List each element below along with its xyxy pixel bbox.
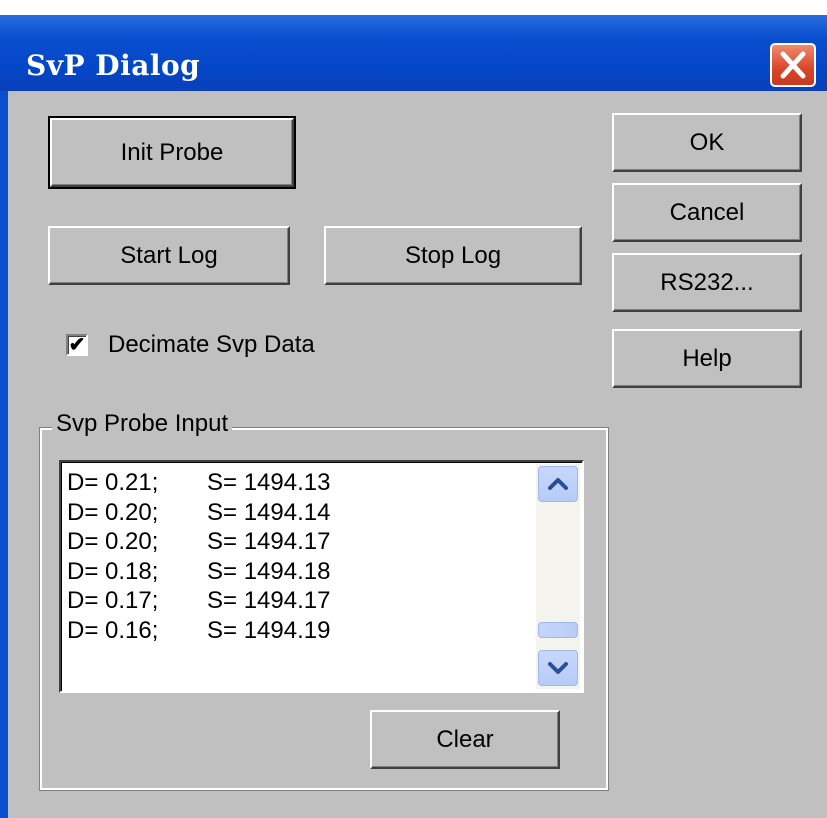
list-item[interactable]: D= 0.20; S= 1494.14 [67, 498, 330, 528]
speed-value: S= 1494.19 [207, 616, 331, 644]
top-strip [0, 0, 827, 15]
speed-value: S= 1494.18 [207, 557, 331, 585]
ok-button[interactable]: OK [612, 113, 802, 172]
scroll-down-button[interactable] [538, 650, 578, 686]
speed-value: S= 1494.14 [207, 498, 331, 526]
speed-value: S= 1494.17 [207, 528, 331, 555]
chevron-down-icon [548, 662, 568, 674]
probe-input-rows: D= 0.21; S= 1494.13 D= 0.20; S= 1494.14 … [67, 468, 330, 645]
decimate-checkbox-label: Decimate Svp Data [108, 331, 315, 358]
window-frame-left [0, 91, 8, 818]
clear-button[interactable]: Clear [370, 710, 560, 769]
help-button[interactable]: Help [612, 329, 802, 388]
scroll-up-button[interactable] [538, 466, 578, 502]
stop-log-button[interactable]: Stop Log [324, 226, 582, 285]
window-title: SvP Dialog [26, 49, 201, 82]
depth-value: D= 0.16; [67, 616, 159, 644]
depth-value: D= 0.20; [67, 528, 159, 555]
rs232-button[interactable]: RS232... [612, 253, 802, 312]
title-bar[interactable]: SvP Dialog [0, 15, 827, 91]
chevron-up-icon [548, 478, 568, 490]
decimate-checkbox[interactable]: ✔ [66, 334, 88, 356]
depth-value: D= 0.20; [67, 498, 159, 526]
listbox-scrollbar[interactable] [536, 464, 580, 689]
speed-value: S= 1494.17 [207, 587, 331, 614]
list-item[interactable]: D= 0.17; S= 1494.17 [67, 586, 330, 616]
start-log-button[interactable]: Start Log [48, 226, 290, 285]
svp-dialog-window: SvP Dialog Init Probe Start Log Stop Log… [0, 0, 827, 818]
list-item[interactable]: D= 0.21; S= 1494.13 [67, 468, 330, 498]
scroll-thumb[interactable] [538, 622, 578, 638]
checkmark-icon: ✔ [68, 334, 86, 356]
list-item[interactable]: D= 0.16; S= 1494.19 [67, 616, 330, 646]
list-item[interactable]: D= 0.18; S= 1494.18 [67, 557, 330, 587]
depth-value: D= 0.21; [67, 469, 159, 496]
init-probe-button[interactable]: Init Probe [48, 116, 296, 189]
cancel-button[interactable]: Cancel [612, 183, 802, 242]
list-item[interactable]: D= 0.20; S= 1494.17 [67, 527, 330, 557]
depth-value: D= 0.18; [67, 557, 159, 585]
probe-input-listbox[interactable]: D= 0.21; S= 1494.13 D= 0.20; S= 1494.14 … [59, 460, 584, 693]
close-icon [780, 51, 806, 79]
close-button[interactable] [770, 43, 816, 87]
depth-value: D= 0.17; [67, 587, 159, 614]
decimate-svp-data-option[interactable]: ✔ Decimate Svp Data [66, 331, 315, 359]
speed-value: S= 1494.13 [207, 469, 331, 496]
svp-probe-input-group-title: Svp Probe Input [52, 410, 233, 438]
